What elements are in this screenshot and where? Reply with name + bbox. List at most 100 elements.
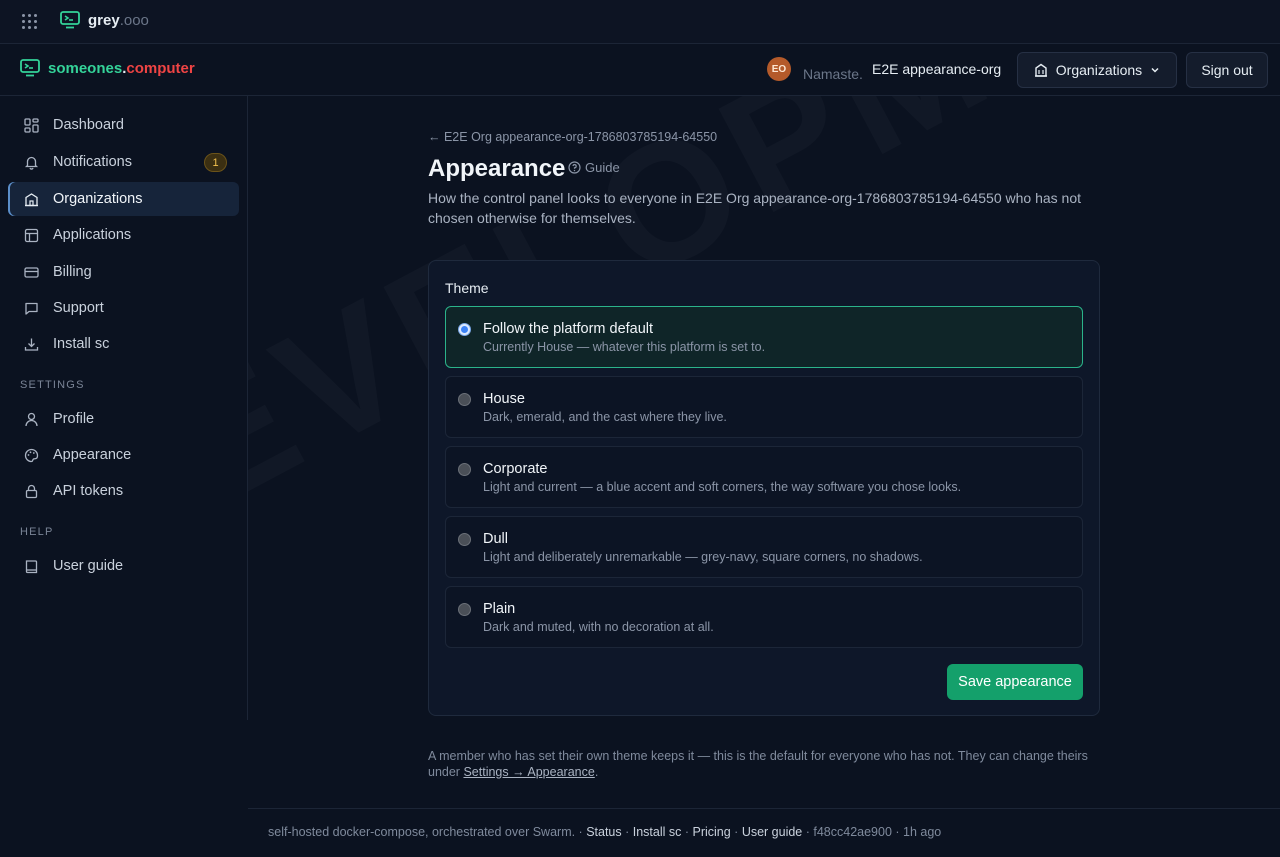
footer-separator: · <box>575 825 587 839</box>
monitor-icon <box>60 11 80 29</box>
sidebar-item-label: Appearance <box>53 447 132 463</box>
dashboard-icon <box>24 117 39 133</box>
layout-icon <box>24 228 39 242</box>
back-to-org-link[interactable]: ← E2E Org appearance-org-1786803785194-6… <box>428 130 717 144</box>
chat-icon <box>25 302 38 315</box>
theme-option-title: Dull <box>483 531 508 547</box>
theme-option-dull[interactable]: Dull Light and deliberately unremarkable… <box>445 516 1083 578</box>
organizations-button-label: Organizations <box>1055 62 1143 78</box>
theme-option-plain[interactable]: Plain Dark and muted, with no decoration… <box>445 586 1083 648</box>
theme-option-title: Corporate <box>483 461 548 477</box>
footer-link-status[interactable]: Status <box>586 825 621 839</box>
sidebar-item-label: Install sc <box>53 336 110 352</box>
platform-brand-tld: .ooo <box>119 11 149 29</box>
help-section-label: HELP <box>20 526 54 538</box>
sidebar-item-organizations[interactable]: Organizations <box>8 182 239 216</box>
platform-brand-name: grey <box>88 11 120 29</box>
current-org-name: E2E appearance-org <box>872 61 1002 77</box>
settings-section-label: SETTINGS <box>20 379 85 391</box>
app-header: someones.computer EO Namaste. E2E appear… <box>0 44 1280 96</box>
app-brand[interactable]: someones.computer <box>20 59 195 77</box>
sign-out-button[interactable]: Sign out <box>1186 52 1268 88</box>
monitor-icon <box>20 59 40 77</box>
theme-option-title: Follow the platform default <box>483 321 654 337</box>
settings-appearance-link[interactable]: Settings → Appearance <box>463 765 594 779</box>
sidebar-item-api-tokens[interactable]: API tokens <box>8 474 239 508</box>
sidebar-item-label: API tokens <box>53 483 124 499</box>
sidebar-item-user-guide[interactable]: User guide <box>8 549 239 583</box>
footer: self-hosted docker-compose, orchestrated… <box>248 808 1280 857</box>
apps-grid-icon[interactable] <box>22 14 38 30</box>
theme-panel: Theme Follow the platform default Curren… <box>428 260 1100 716</box>
guide-link[interactable]: Guide <box>568 160 620 175</box>
sidebar-item-profile[interactable]: Profile <box>8 402 239 436</box>
guide-label: Guide <box>585 160 620 175</box>
bell-icon <box>24 156 39 170</box>
footnote-end: . <box>594 765 599 779</box>
sidebar-item-label: User guide <box>53 558 124 574</box>
credit-card-icon <box>24 266 39 278</box>
user-icon <box>25 412 38 426</box>
sidebar-item-support[interactable]: Support <box>8 291 239 325</box>
footer-link-install-sc[interactable]: Install sc <box>633 825 682 839</box>
theme-option-description: Light and current — a blue accent and so… <box>483 480 962 494</box>
footer-text: self-hosted docker-compose, orchestrated… <box>268 825 576 839</box>
footer-separator: · <box>730 825 742 839</box>
sidebar-item-notifications[interactable]: Notifications 1 <box>8 145 239 179</box>
footer-age: 1h ago <box>903 825 942 839</box>
footnote: A member who has set their own theme kee… <box>428 748 1108 780</box>
theme-option-house[interactable]: House Dark, emerald, and the cast where … <box>445 376 1083 438</box>
footer-separator: · <box>681 825 693 839</box>
chevron-down-icon <box>1151 67 1159 73</box>
building-icon <box>1034 63 1047 77</box>
book-icon <box>25 559 38 573</box>
platform-brand[interactable]: grey.ooo <box>60 11 149 29</box>
building-icon <box>25 192 38 206</box>
sidebar-item-label: Applications <box>53 227 132 243</box>
footer-separator: · <box>621 825 633 839</box>
sidebar-item-install-sc[interactable]: Install sc <box>8 327 239 361</box>
theme-radio-plain[interactable] <box>458 603 471 616</box>
save-appearance-button[interactable]: Save appearance <box>947 664 1083 700</box>
sidebar-item-label: Support <box>53 300 104 316</box>
theme-radio-corporate[interactable] <box>458 463 471 476</box>
download-icon <box>24 338 39 351</box>
theme-option-description: Currently House — whatever this platform… <box>483 340 766 354</box>
footer-separator: · <box>802 825 814 839</box>
sidebar-item-dashboard[interactable]: Dashboard <box>8 108 239 142</box>
avatar[interactable]: EO <box>767 57 791 81</box>
platform-bar: grey.ooo <box>0 0 1280 44</box>
theme-label: Theme <box>445 280 489 296</box>
theme-option-title: House <box>483 391 525 407</box>
sidebar-item-billing[interactable]: Billing <box>8 255 239 289</box>
footer-commit: f48cc42ae900 <box>813 825 892 839</box>
sidebar-item-label: Notifications <box>53 154 132 170</box>
notification-count-badge: 1 <box>204 153 227 172</box>
app-brand-name: someones <box>48 59 123 77</box>
theme-option-description: Dark and muted, with no decoration at al… <box>483 620 714 634</box>
footer-link-pricing[interactable]: Pricing <box>692 825 730 839</box>
sidebar-item-label: Profile <box>53 411 95 427</box>
theme-option-description: Light and deliberately unremarkable — gr… <box>483 550 923 564</box>
theme-option-description: Dark, emerald, and the cast where they l… <box>483 410 727 424</box>
greeting: Namaste. <box>803 66 863 82</box>
page-description: How the control panel looks to everyone … <box>428 190 1081 226</box>
sidebar-item-label: Billing <box>53 264 92 280</box>
sidebar-item-applications[interactable]: Applications <box>8 218 239 252</box>
theme-radio-platform-default[interactable] <box>458 323 471 336</box>
sidebar-item-appearance[interactable]: Appearance <box>8 438 239 472</box>
lock-icon <box>25 484 38 498</box>
footer-line: self-hosted docker-compose, orchestrated… <box>268 825 941 839</box>
footer-link-user-guide[interactable]: User guide <box>742 825 802 839</box>
sidebar-item-label: Organizations <box>53 191 143 207</box>
theme-option-corporate[interactable]: Corporate Light and current — a blue acc… <box>445 446 1083 508</box>
theme-option-title: Plain <box>483 601 516 617</box>
sidebar-item-label: Dashboard <box>53 117 124 133</box>
theme-radio-house[interactable] <box>458 393 471 406</box>
theme-option-platform-default[interactable]: Follow the platform default Currently Ho… <box>445 306 1083 368</box>
app-brand-tld: computer <box>126 59 195 77</box>
theme-radio-dull[interactable] <box>458 533 471 546</box>
sidebar: Dashboard Notifications 1 Organizations … <box>0 96 248 720</box>
organizations-dropdown-button[interactable]: Organizations <box>1017 52 1177 88</box>
footer-separator: · <box>891 825 904 839</box>
